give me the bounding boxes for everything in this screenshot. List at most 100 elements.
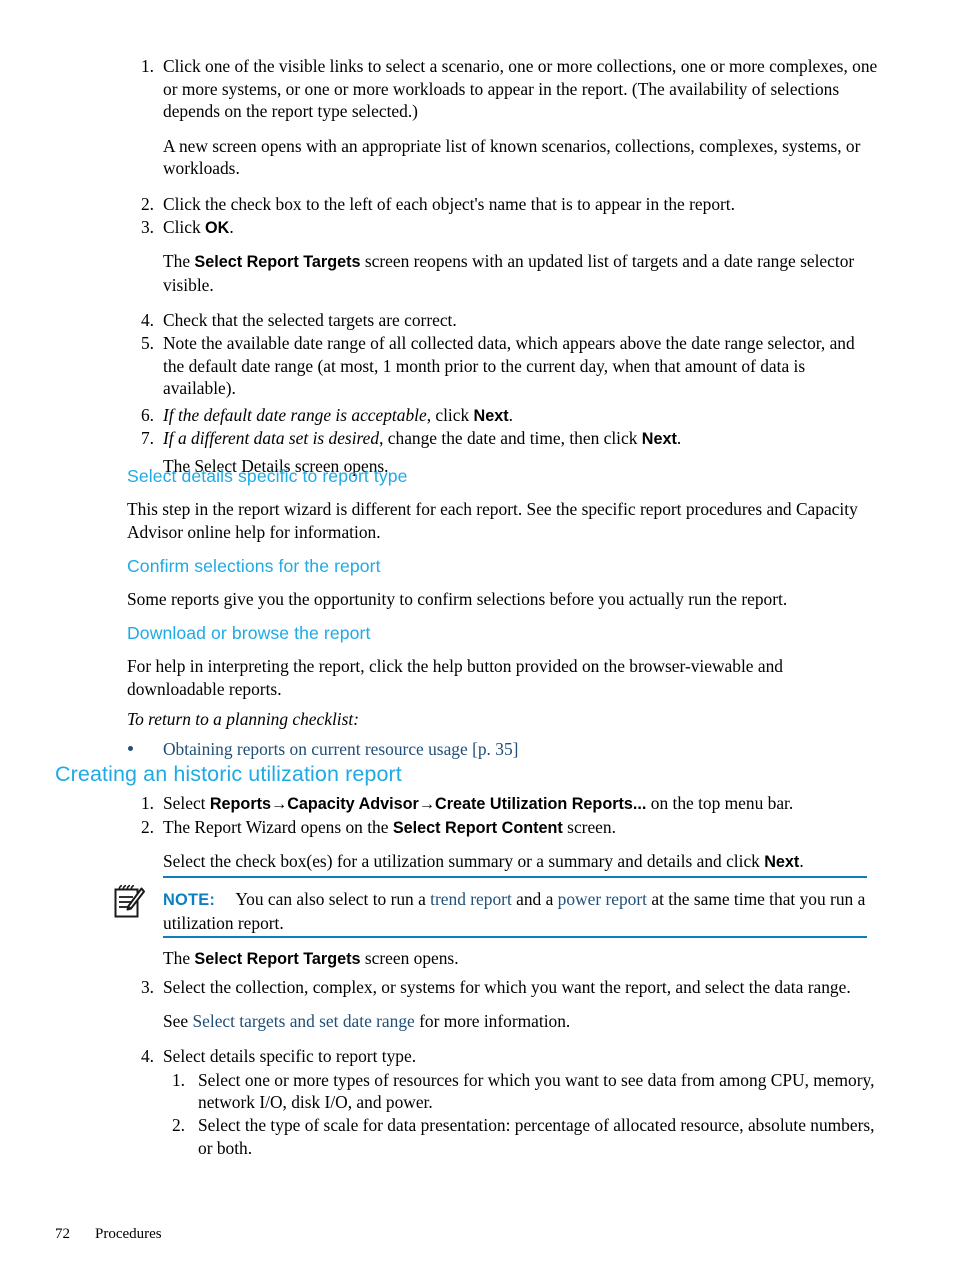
subsection-select-details: Select details specific to report type T… <box>127 465 875 543</box>
step-number: 6. <box>140 404 154 425</box>
step-text: If the default date range is acceptable,… <box>163 404 880 428</box>
step-number: 3. <box>140 216 154 237</box>
continuation-suffix: for more information. <box>414 1010 571 1031</box>
list-item: 4. Select details specific to report typ… <box>110 1045 880 1068</box>
footer-page-number: 72 <box>55 1226 70 1242</box>
step-text: The Report Wizard opens on the Select Re… <box>163 816 880 840</box>
list-item: 1. Select one or more types of resources… <box>163 1069 880 1114</box>
note-body: NOTE: You can also select to run a trend… <box>110 876 867 934</box>
note-text-middle: and a <box>511 889 558 909</box>
subsection-heading: Confirm selections for the report <box>127 556 381 576</box>
substep-text: Select one or more types of resources fo… <box>198 1069 875 1113</box>
step-text: Click the check box to the left of each … <box>163 193 735 214</box>
step-text: Select the collection, complex, or syste… <box>163 977 851 997</box>
note-bottom-rule <box>163 936 867 938</box>
list-item: 1. Select Reports→Capacity Advisor→Creat… <box>110 792 880 816</box>
after-note-prefix: The <box>163 948 195 968</box>
ui-label-select-report-content: Select Report Content <box>392 818 563 837</box>
step-text: Note the available date range of all col… <box>163 332 855 399</box>
ui-label-next: Next <box>641 430 677 449</box>
subsection-paragraph: For help in interpreting the report, cli… <box>127 656 783 699</box>
continuation-suffix: . <box>799 851 804 872</box>
list-item: 2. Click the check box to the left of ea… <box>110 193 880 216</box>
note-label: NOTE: <box>163 891 215 909</box>
bullet-marker <box>128 745 133 751</box>
step-continuation: See Select targets and set date range fo… <box>110 1010 880 1033</box>
step-continuation: The Select Report Targets screen reopens… <box>110 250 880 296</box>
step-text-prefix: , click <box>426 404 474 425</box>
list-item: 2. Select the type of scale for data pre… <box>163 1114 880 1159</box>
subsection-download-browse: Download or browse the report For help i… <box>127 622 875 760</box>
after-note-suffix: screen opens. <box>360 948 459 968</box>
select-targets-date-range-link[interactable]: Select targets and set date range <box>192 1011 414 1031</box>
step-number: 2. <box>140 193 154 214</box>
note-callout: NOTE: You can also select to run a trend… <box>110 876 867 938</box>
ui-label-ok: OK <box>205 218 230 237</box>
list-item[interactable]: Obtaining reports on current resource us… <box>110 738 875 761</box>
step-condition: If a different data set is desired <box>163 428 380 449</box>
procedure-step-list-section-a: 1. Select Reports→Capacity Advisor→Creat… <box>110 792 880 874</box>
list-item: 1. Click one of the visible links to sel… <box>110 55 880 123</box>
continuation-prefix: Select the check box(es) for a utilizati… <box>163 851 765 872</box>
step-number: 3. <box>140 977 154 997</box>
list-item: 7. If a different data set is desired, c… <box>110 427 880 451</box>
note-text-prefix: You can also select to run a <box>235 889 431 909</box>
step-text-prefix: , change the date and time, then click <box>379 428 642 449</box>
substep-number: 2. <box>171 1114 185 1135</box>
procedure-step-list-top: 1. Click one of the visible links to sel… <box>110 55 880 478</box>
menu-path-label: Reports→Capacity Advisor→Create Utilizat… <box>209 795 647 813</box>
step-text-prefix: The Report Wizard opens on the <box>163 816 393 837</box>
subsection-confirm-selections: Confirm selections for the report Some r… <box>127 555 875 611</box>
cross-reference-link[interactable]: Obtaining reports on current resource us… <box>163 739 468 759</box>
power-report-link[interactable]: power report <box>558 889 647 909</box>
ui-label-next: Next <box>764 853 800 872</box>
document-page: 1. Click one of the visible links to sel… <box>0 0 954 1271</box>
step-condition: If the default date range is acceptable <box>163 404 427 425</box>
step-number: 1. <box>140 56 154 76</box>
cross-reference-page[interactable]: [p. 35] <box>468 739 518 759</box>
substep-number: 1. <box>171 1069 185 1090</box>
subsection-heading: Select details specific to report type <box>127 466 408 486</box>
step-continuation: Select the check box(es) for a utilizati… <box>110 850 880 874</box>
list-item: 4. Check that the selected targets are c… <box>110 309 880 332</box>
step-text: Select Reports→Capacity Advisor→Create U… <box>163 792 880 816</box>
step-number: 5. <box>140 332 154 353</box>
checklist-lead-in: To return to a planning checklist: <box>127 709 360 730</box>
step-text-suffix: screen. <box>562 816 616 837</box>
step-text-prefix: Select <box>163 793 210 813</box>
procedure-step-list-section-b: 3. Select the collection, complex, or sy… <box>110 976 880 1159</box>
step-text-prefix: Click <box>163 216 206 237</box>
step-text-suffix: . <box>508 404 513 425</box>
step-number: 4. <box>140 310 154 331</box>
step-text: Check that the selected targets are corr… <box>163 310 457 331</box>
step-text: Click one of the visible links to select… <box>163 56 878 122</box>
substep-text: Select the type of scale for data presen… <box>198 1114 875 1158</box>
step-number: 7. <box>140 428 154 449</box>
step-text-suffix: . <box>229 216 234 237</box>
list-item: 3. Click OK. <box>110 216 880 240</box>
page-footer: 72 Procedures <box>55 1225 162 1243</box>
step-continuation: A new screen opens with an appropriate l… <box>163 135 861 179</box>
procedure-substep-list: 1. Select one or more types of resources… <box>163 1069 880 1159</box>
step-text: Select details specific to report type. <box>163 1046 417 1067</box>
trend-report-link[interactable]: trend report <box>430 889 512 909</box>
continuation-prefix: See <box>163 1010 193 1031</box>
after-note-text: The Select Report Targets screen opens. <box>163 947 873 971</box>
ui-label-select-report-targets: Select Report Targets <box>194 950 361 968</box>
list-item: 5. Note the available date range of all … <box>110 332 880 400</box>
list-item: 2. The Report Wizard opens on the Select… <box>110 816 880 840</box>
note-pad-pencil-icon <box>114 884 145 918</box>
list-item: 6. If the default date range is acceptab… <box>110 404 880 428</box>
subsection-paragraph: This step in the report wizard is differ… <box>127 499 858 542</box>
ui-label-select-report-targets: Select Report Targets <box>194 253 361 272</box>
step-number: 1. <box>140 793 154 813</box>
subsection-paragraph: Some reports give you the opportunity to… <box>127 589 788 609</box>
continuation-prefix: The <box>163 251 195 272</box>
subsection-heading: Download or browse the report <box>127 623 371 643</box>
checklist-bullets: Obtaining reports on current resource us… <box>110 738 875 761</box>
step-text: Click OK. <box>163 216 880 240</box>
ui-label-next: Next <box>473 406 509 425</box>
step-text-suffix: on the top menu bar. <box>646 793 794 813</box>
list-item: 3. Select the collection, complex, or sy… <box>110 976 880 999</box>
step-number: 2. <box>140 816 154 837</box>
